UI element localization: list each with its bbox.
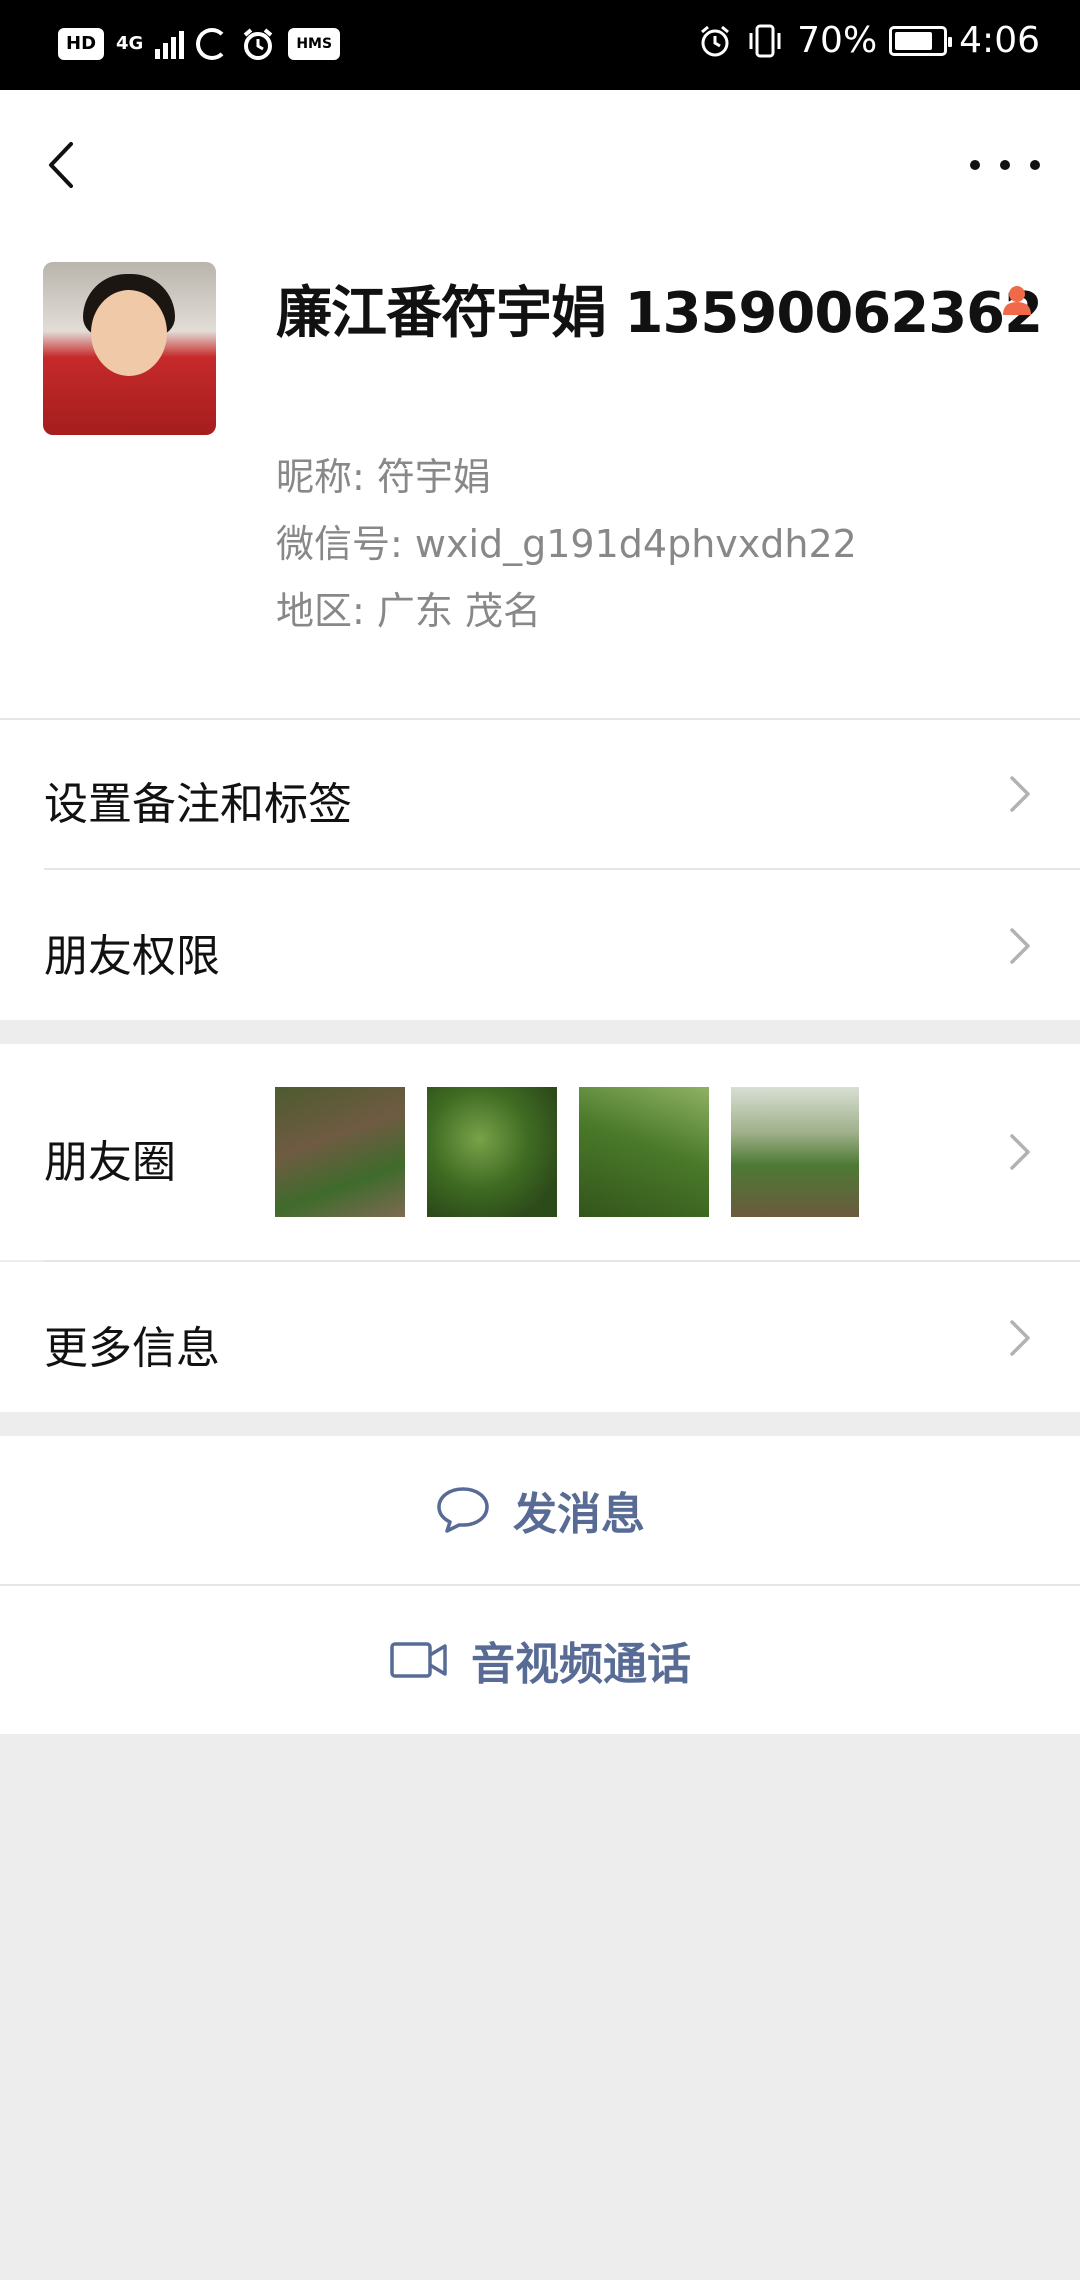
send-message-button[interactable]: 发消息 [0,1436,1080,1584]
video-call-label: 音视频通话 [471,1639,691,1690]
back-button[interactable] [30,130,90,200]
cell-more-info[interactable]: 更多信息 [0,1262,1080,1412]
status-bar: HD 4G HMS 70% 4:06 [0,0,1080,90]
signal-icon [155,29,185,59]
clock: 4:06 [959,20,1040,61]
moments-thumbnail [275,1087,405,1217]
status-left-icons: HD 4G HMS [58,26,341,62]
nickname: 昵称: 符宇娟 [276,455,491,499]
cell-more-info-label: 更多信息 [44,1323,220,1374]
hd-badge: HD [58,28,105,60]
alarm-clock-icon [701,25,730,56]
more-dot-icon [970,160,980,170]
moments-thumbnails [275,1087,859,1217]
moments-thumbnail [579,1087,709,1217]
hms-badge: HMS [288,28,341,60]
chevron-right-icon [1010,1134,1030,1170]
display-name: 廉江番符宇娟 13590062362 [276,281,1043,346]
cell-friend-permission[interactable]: 朋友权限 [0,870,1080,1020]
chat-bubble-icon [437,1487,489,1533]
send-message-label: 发消息 [513,1489,645,1540]
battery-percent: 70% [797,20,878,61]
wechat-id: 微信号: wxid_g191d4phvxdh22 [276,522,857,566]
back-arrow-icon [49,142,73,188]
more-options-button[interactable] [970,140,1040,190]
region: 地区: 广东 茂名 [276,589,541,633]
status-right-icons: 70% 4:06 [697,20,1040,61]
chevron-right-icon [1010,928,1030,964]
cell-remark-label: 设置备注和标签 [44,779,352,830]
sync-icon [196,28,229,60]
video-camera-icon [390,1642,447,1678]
moments-thumbnail [731,1087,859,1217]
cell-remark-tags[interactable]: 设置备注和标签 [0,720,1080,868]
cell-permission-label: 朋友权限 [44,931,220,982]
avatar[interactable] [43,262,216,435]
battery-icon [889,25,953,56]
vibrate-icon [749,24,781,57]
moments-thumbnail [427,1087,557,1217]
alarm-icon [244,28,273,60]
chevron-right-icon [1010,1320,1030,1356]
more-dot-icon [1000,160,1010,170]
network-type: 4G [116,33,144,54]
more-dot-icon [1030,160,1040,170]
chevron-right-icon [1010,776,1030,812]
female-gender-icon [1003,286,1031,315]
cell-moments-label: 朋友圈 [44,1137,176,1188]
video-call-button[interactable]: 音视频通话 [0,1586,1080,1734]
